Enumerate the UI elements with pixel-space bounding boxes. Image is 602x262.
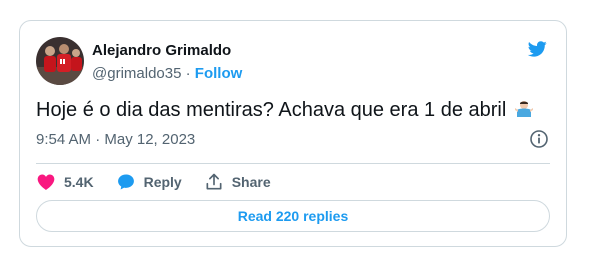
tweet-card[interactable]: Alejandro Grimaldo @grimaldo35 · Follow … [19, 20, 567, 247]
tweet-text-content: Hoje é o dia das mentiras? Achava que er… [36, 99, 507, 121]
like-count: 5.4K [64, 174, 94, 190]
share-icon [206, 173, 222, 190]
avatar[interactable] [36, 37, 84, 85]
reply-button[interactable]: Reply [116, 172, 182, 192]
twitter-logo-icon[interactable] [525, 39, 549, 59]
tweet-text: Hoje é o dia das mentiras? Achava que er… [36, 97, 534, 123]
separator: · [185, 65, 191, 82]
divider [36, 163, 550, 164]
read-replies-label: Read 220 replies [237, 208, 349, 224]
action-bar: 5.4K Reply Share [36, 171, 293, 193]
author-handle[interactable]: @grimaldo35 [92, 65, 181, 82]
share-label: Share [231, 174, 271, 190]
reply-bubble-icon [117, 174, 134, 190]
man-shrugging-icon [514, 101, 533, 117]
reply-label: Reply [143, 174, 182, 190]
timestamp[interactable]: 9:54 AM · May 12, 2023 [36, 131, 195, 148]
heart-icon [37, 174, 55, 190]
author-name[interactable]: Alejandro Grimaldo [92, 42, 231, 59]
info-icon[interactable] [529, 129, 549, 149]
read-replies-button[interactable]: Read 220 replies [36, 200, 550, 232]
share-button[interactable]: Share [204, 172, 271, 192]
like-button[interactable]: 5.4K [36, 172, 94, 192]
handle-row: @grimaldo35 · Follow [92, 65, 242, 82]
follow-button[interactable]: Follow [195, 65, 243, 82]
